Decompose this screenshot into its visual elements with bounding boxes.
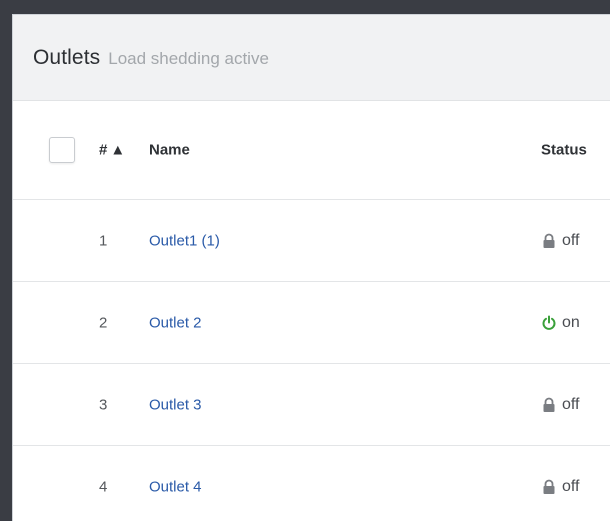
table-row[interactable]: 3 Outlet 3 off xyxy=(13,364,610,446)
column-header-name[interactable]: Name xyxy=(149,142,190,159)
panel-header: Outlets Load shedding active xyxy=(13,15,610,101)
panel-title: Outlets xyxy=(33,45,101,69)
outlet-status: off xyxy=(541,232,580,250)
window-frame: Outlets Load shedding active # ▲ Name Sta… xyxy=(0,0,610,521)
outlet-name-link[interactable]: Outlet1 (1) xyxy=(149,232,220,249)
table-row[interactable]: 4 Outlet 4 off xyxy=(13,446,610,521)
table-header-row: # ▲ Name Status xyxy=(13,101,610,200)
outlet-number: 4 xyxy=(99,478,108,495)
outlet-status-text: off xyxy=(562,477,580,495)
outlet-name-link[interactable]: Outlet 2 xyxy=(149,314,202,331)
column-header-number-label: # xyxy=(99,141,108,159)
table-row[interactable]: 1 Outlet1 (1) off xyxy=(13,200,610,282)
lock-icon xyxy=(543,479,555,494)
power-icon xyxy=(542,315,556,330)
outlet-name-link[interactable]: Outlet 4 xyxy=(149,478,202,495)
outlet-status-text: off xyxy=(562,231,580,249)
outlet-number: 3 xyxy=(99,396,108,413)
select-all-checkbox[interactable] xyxy=(49,137,75,163)
outlets-panel: Outlets Load shedding active # ▲ Name Sta… xyxy=(12,14,610,521)
outlets-table: # ▲ Name Status 1 Outlet1 (1) off 2 Outl… xyxy=(13,101,610,521)
column-header-status[interactable]: Status xyxy=(541,142,587,159)
lock-icon xyxy=(543,397,555,412)
sort-ascending-icon: ▲ xyxy=(110,141,126,159)
outlet-number: 1 xyxy=(99,232,108,249)
outlet-status: off xyxy=(541,396,580,414)
column-header-number[interactable]: # ▲ xyxy=(99,142,125,159)
table-row[interactable]: 2 Outlet 2 on xyxy=(13,282,610,364)
panel-subtitle: Load shedding active xyxy=(108,48,269,68)
outlet-name-link[interactable]: Outlet 3 xyxy=(149,396,202,413)
outlet-status-text: off xyxy=(562,395,580,413)
lock-icon xyxy=(543,233,555,248)
outlet-status: off xyxy=(541,478,580,496)
outlet-status: on xyxy=(541,314,580,332)
outlet-number: 2 xyxy=(99,314,108,331)
outlet-status-text: on xyxy=(562,313,580,331)
